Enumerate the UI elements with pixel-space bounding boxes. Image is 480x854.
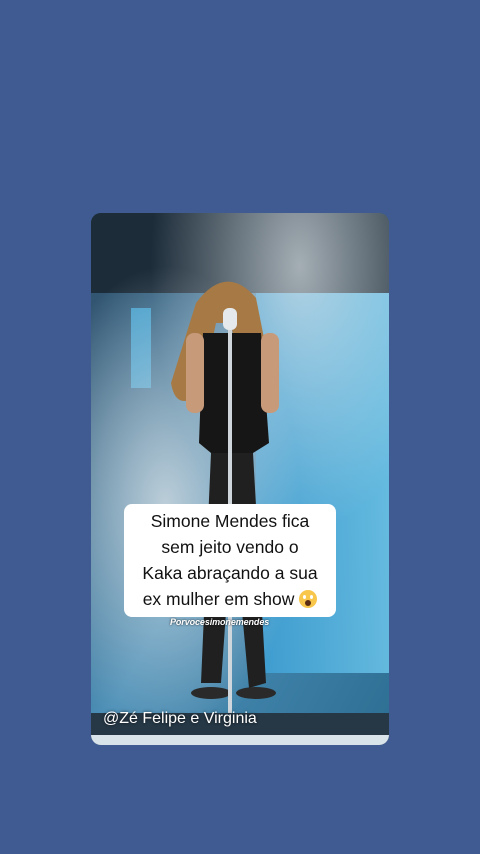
concert-photo bbox=[91, 213, 389, 745]
caption-box: Simone Mendes fica sem jeito vendo o Kak… bbox=[124, 504, 336, 617]
story-card[interactable]: Porvocesimonemendes Simone Mendes fica s… bbox=[91, 213, 389, 745]
caption-line: ex mulher em show bbox=[142, 589, 295, 609]
caption-line: Simone Mendes fica bbox=[150, 511, 310, 531]
caption-line: sem jeito vendo o bbox=[161, 537, 299, 557]
watermark-text: Porvocesimonemendes bbox=[170, 617, 270, 627]
credit-text: @Zé Felipe e Virginia bbox=[103, 710, 257, 727]
caption-line-last: ex mulher em show bbox=[128, 586, 332, 612]
screaming-face-icon bbox=[299, 590, 318, 608]
caption-line: Kaka abraçando a sua bbox=[142, 563, 318, 583]
